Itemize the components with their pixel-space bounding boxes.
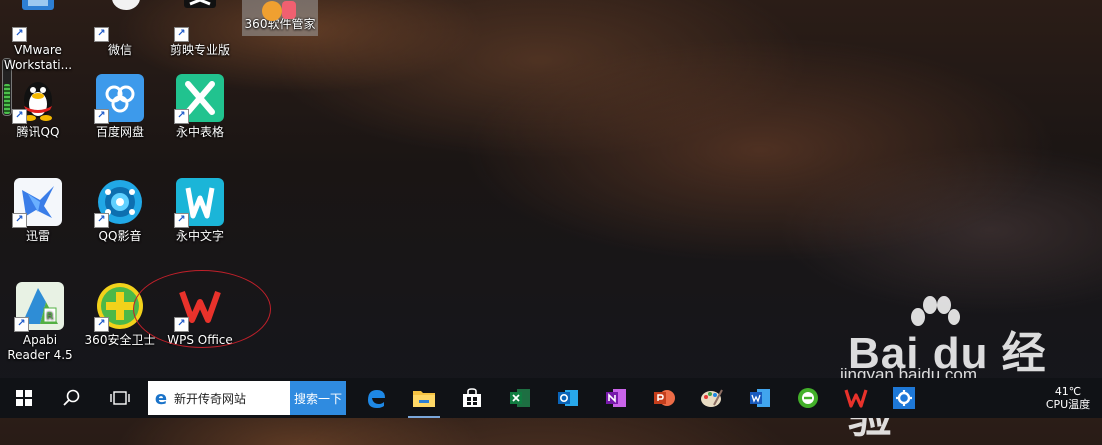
desktop-icon-qq[interactable]: ↗ 腾讯QQ [0,74,76,140]
taskbar: e 新开传奇网站 搜索一下 41℃ CPU温度 [0,378,1102,418]
yozo-sheet-icon: ↗ [174,74,224,124]
icon-label: 剪映专业版 [169,43,230,57]
shortcut-arrow-icon: ↗ [94,27,109,42]
apabi-reader-icon: R ↗ [14,282,64,332]
shortcut-arrow-icon: ↗ [12,109,27,124]
file-explorer-icon [413,391,435,407]
search-button[interactable] [48,378,96,418]
icon-label: Apabi Reader 4.5 [7,333,73,362]
svg-text:R: R [47,311,54,322]
paint-icon [701,389,723,407]
icon-label: 永中表格 [175,125,224,139]
search-go-button[interactable]: 搜索一下 [290,381,346,415]
desktop: ↗ VMware Workstati... ↗ 腾讯QQ ↗ 迅雷 R ↗ Ap… [0,0,1102,442]
desktop-icon-360-software-manager[interactable]: 360软件管家 [242,0,318,36]
cpu-temperature-value: 41℃ [1054,385,1082,398]
start-button[interactable] [0,378,48,418]
desktop-icon-yozo-writer[interactable]: ↗ 永中文字 [162,178,238,244]
shortcut-arrow-icon: ↗ [174,109,189,124]
baidu-jingyan-watermark: Bai du 经验 jingyan.baidu.com [840,295,1070,442]
search-icon [63,389,80,406]
taskbar-excel[interactable] [496,378,544,418]
search-query-text: 新开传奇网站 [174,391,247,406]
taskbar-outlook[interactable] [544,378,592,418]
excel-icon [510,389,530,407]
wechat-icon: ↗ [94,0,144,42]
icon-label: 微信 [107,43,132,57]
icon-label: 迅雷 [25,229,50,243]
cpu-temperature-label: CPU温度 [1045,398,1091,411]
ie-browser-icon: e [154,387,168,409]
icon-label: QQ影音 [98,229,142,243]
360-software-manager-icon [256,0,304,21]
qq-penguin-icon: ↗ [12,74,62,124]
icon-label: 腾讯QQ [16,125,60,139]
qq-player-icon: ↗ [94,178,144,228]
yozo-writer-icon: ↗ [174,178,224,228]
baidu-netdisk-icon: ↗ [94,74,144,124]
taskbar-onenote[interactable] [592,378,640,418]
onenote-icon [606,389,626,407]
shortcut-arrow-icon: ↗ [94,109,109,124]
icon-label: 永中文字 [175,229,224,243]
icon-label: 360安全卫士 [84,333,156,347]
word-icon [750,389,770,407]
desktop-icon-qqplayer[interactable]: ↗ QQ影音 [82,178,158,244]
desktop-icon-vmware[interactable]: ↗ VMware Workstati... [0,0,76,73]
powerpoint-icon [654,390,675,406]
taskbar-paint[interactable] [688,378,736,418]
xunlei-bird-icon: ↗ [12,178,62,228]
taskbar-store[interactable] [448,378,496,418]
settings-icon [893,387,915,409]
jianying-icon: ↗ [174,0,224,42]
desktop-icon-wechat[interactable]: ↗ 微信 [82,0,158,58]
task-view-icon [110,391,130,405]
taskbar-settings[interactable] [880,378,928,418]
shortcut-arrow-icon: ↗ [12,27,27,42]
icon-label: VMware Workstati... [3,43,73,72]
outlook-icon [558,390,578,406]
icon-label: 百度网盘 [95,125,144,139]
shortcut-arrow-icon: ↗ [94,317,109,332]
edge-icon [368,390,385,408]
browser-search-box[interactable]: e 新开传奇网站 [148,381,290,415]
desktop-icon-jianying[interactable]: ↗ 剪映专业版 [162,0,238,58]
annotation-ellipse [133,270,271,348]
desktop-icon-baidu-netdisk[interactable]: ↗ 百度网盘 [82,74,158,140]
shortcut-arrow-icon: ↗ [174,27,189,42]
taskbar-green-browser[interactable] [784,378,832,418]
vmware-icon: ↗ [12,0,62,42]
shortcut-arrow-icon: ↗ [174,213,189,228]
shortcut-arrow-icon: ↗ [12,213,27,228]
store-icon [463,388,481,407]
cpu-temperature-tray[interactable]: 41℃ CPU温度 [1038,378,1098,418]
browser-green-icon [798,388,818,408]
shortcut-arrow-icon: ↗ [14,317,29,332]
windows-logo-icon [16,390,32,406]
desktop-icon-xunlei[interactable]: ↗ 迅雷 [0,178,76,244]
taskbar-wps[interactable] [832,378,880,418]
wps-icon [844,389,868,408]
desktop-icon-apabi[interactable]: R ↗ Apabi Reader 4.5 [2,282,78,363]
taskbar-edge[interactable] [352,378,400,418]
taskbar-file-explorer[interactable] [400,378,448,418]
shortcut-arrow-icon: ↗ [94,213,109,228]
taskbar-powerpoint[interactable] [640,378,688,418]
taskbar-word[interactable] [736,378,784,418]
task-view-button[interactable] [96,378,144,418]
desktop-icon-yozo-sheet[interactable]: ↗ 永中表格 [162,74,238,140]
